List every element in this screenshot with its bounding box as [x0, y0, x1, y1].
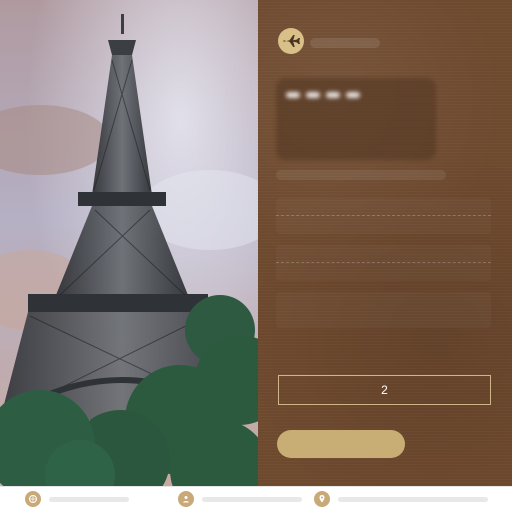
nav-label-placeholder	[202, 496, 302, 502]
headline-dot	[326, 92, 340, 98]
field-divider	[276, 262, 491, 263]
nav-label-placeholder	[49, 496, 129, 502]
bottom-navigation	[0, 486, 512, 512]
field-divider	[276, 215, 491, 216]
user-icon	[178, 491, 194, 507]
code-input[interactable]	[278, 375, 491, 405]
input-field-3[interactable]	[276, 292, 491, 328]
input-field-1[interactable]	[276, 198, 491, 234]
globe-icon	[25, 491, 41, 507]
nav-item-profile[interactable]	[178, 491, 302, 507]
airplane-icon	[283, 35, 300, 47]
headline-dots	[286, 92, 360, 98]
nav-label-placeholder	[338, 496, 488, 502]
nav-item-location[interactable]	[314, 491, 488, 507]
headline-dot	[346, 92, 360, 98]
submit-button[interactable]	[277, 430, 405, 458]
subtitle-placeholder	[276, 170, 446, 180]
headline-dot	[306, 92, 320, 98]
eiffel-tower-photo	[0, 0, 258, 486]
app-screen	[0, 0, 512, 512]
input-field-2[interactable]	[276, 245, 491, 281]
brand-name-placeholder	[310, 38, 380, 48]
login-panel	[258, 0, 512, 486]
brand-logo	[278, 28, 304, 54]
nav-item-home[interactable]	[25, 491, 129, 507]
headline-dot	[286, 92, 300, 98]
headline-blurred	[276, 78, 436, 160]
map-pin-icon	[314, 491, 330, 507]
